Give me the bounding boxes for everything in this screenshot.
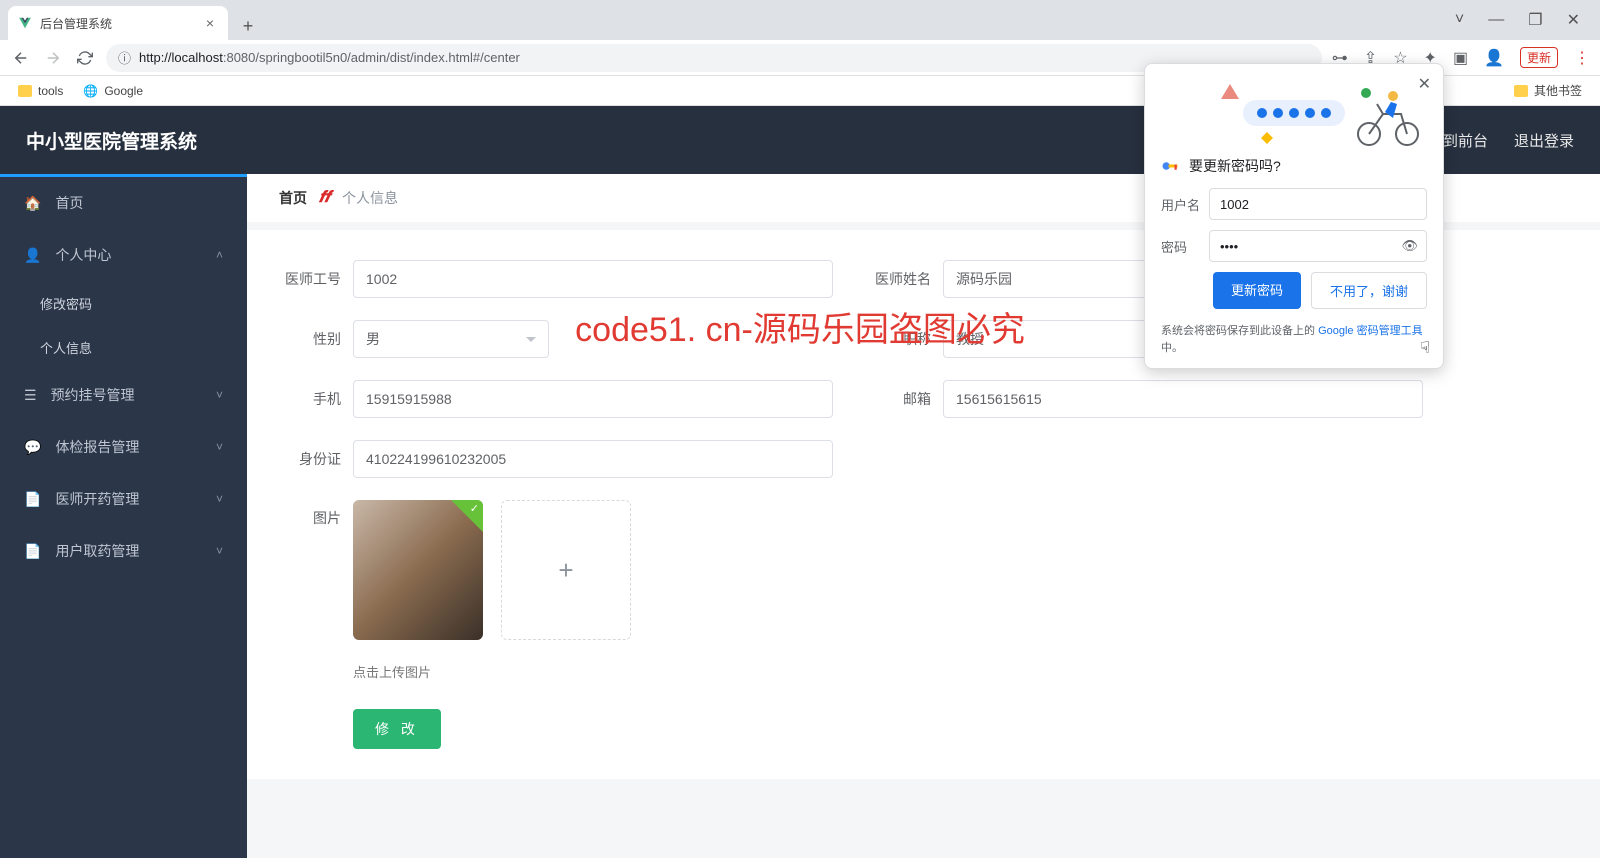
- plus-icon: +: [558, 555, 573, 586]
- crumb-current: 个人信息: [342, 188, 398, 208]
- back-button[interactable]: [10, 47, 32, 69]
- bookmark-tools[interactable]: tools: [18, 84, 63, 98]
- submit-button[interactable]: 修 改: [353, 709, 441, 749]
- sidebar-item-appointment[interactable]: ☰预约挂号管理˅: [0, 369, 247, 421]
- window-minimize-icon[interactable]: —: [1488, 11, 1504, 29]
- popup-title: 要更新密码吗?: [1161, 156, 1427, 176]
- browser-tab-strip: 后台管理系统 × + ˅ — ❐ ✕: [0, 0, 1600, 40]
- globe-icon: 🌐: [83, 84, 98, 98]
- sidebar-item-personal[interactable]: 👤个人中心˄: [0, 229, 247, 281]
- popup-username-row: 用户名 1002: [1161, 188, 1427, 220]
- sidepanel-icon[interactable]: ▣: [1453, 48, 1468, 68]
- sidebar: 🏠首页 👤个人中心˄ 修改密码 个人信息 ☰预约挂号管理˅ 💬体检报告管理˅ 📄…: [0, 174, 247, 858]
- tab-close-icon[interactable]: ×: [202, 15, 218, 31]
- popup-pass-field[interactable]: ••••👁: [1209, 230, 1427, 262]
- label-gender: 性别: [267, 329, 353, 349]
- diamond-icon: [1261, 132, 1273, 144]
- to-front-link[interactable]: 到前台: [1443, 130, 1488, 151]
- label-email: 邮箱: [857, 389, 943, 409]
- input-email[interactable]: 15615615615: [943, 380, 1423, 418]
- photo-thumbnail[interactable]: [353, 500, 483, 640]
- label-phone: 手机: [267, 389, 353, 409]
- profile-icon[interactable]: 👤: [1484, 48, 1504, 68]
- label-title: 职称: [857, 329, 943, 349]
- new-tab-button[interactable]: +: [234, 12, 262, 40]
- popup-pass-label: 密码: [1161, 237, 1209, 256]
- popup-footer: 系统会将密码保存到此设备上的 Google 密码管理工具中。: [1161, 323, 1427, 356]
- vue-icon: [18, 16, 32, 30]
- chevron-up-icon: ˄: [216, 248, 223, 262]
- eye-icon[interactable]: 👁: [1401, 238, 1418, 254]
- folder-icon: [1514, 85, 1528, 97]
- popup-hero: [1161, 78, 1427, 148]
- window-close-icon[interactable]: ✕: [1567, 10, 1580, 30]
- sidebar-item-pickup[interactable]: 📄用户取药管理˅: [0, 525, 247, 577]
- upload-button[interactable]: +: [501, 500, 631, 640]
- label-idcard: 身份证: [267, 449, 353, 469]
- popup-user-field[interactable]: 1002: [1209, 188, 1427, 220]
- label-photo: 图片: [267, 500, 353, 528]
- no-thanks-button[interactable]: 不用了，谢谢: [1311, 272, 1427, 309]
- cyclist-icon: [1353, 88, 1423, 146]
- list-icon: ☰: [24, 387, 37, 404]
- url-input[interactable]: ⓘ http://localhost:8080/springbootil5n0/…: [106, 44, 1322, 72]
- sidebar-sub-profile[interactable]: 个人信息: [0, 325, 247, 369]
- logout-link[interactable]: 退出登录: [1514, 130, 1574, 151]
- browser-tab[interactable]: 后台管理系统 ×: [8, 6, 228, 40]
- bookmark-other[interactable]: 其他书签: [1514, 82, 1582, 99]
- input-id[interactable]: 1002: [353, 260, 833, 298]
- update-chip[interactable]: 更新: [1520, 47, 1558, 68]
- app-title: 中小型医院管理系统: [26, 127, 197, 154]
- bookmark-google[interactable]: 🌐Google: [83, 84, 143, 98]
- password-save-popup: ✕ 要更新密码吗? 用户名 1002 密码 ••••👁 更新密码 不用了，谢谢 …: [1144, 63, 1444, 369]
- select-gender[interactable]: 男: [353, 320, 549, 358]
- user-icon: 👤: [24, 247, 41, 264]
- chevron-down-icon: ˅: [216, 544, 223, 558]
- forward-button[interactable]: [42, 47, 64, 69]
- sidebar-item-report[interactable]: 💬体检报告管理˅: [0, 421, 247, 473]
- window-dropdown-icon[interactable]: ˅: [1455, 11, 1464, 29]
- doc-icon: 📄: [24, 491, 41, 508]
- sidebar-item-prescription[interactable]: 📄医师开药管理˅: [0, 473, 247, 525]
- cursor-icon: ☟: [1420, 338, 1430, 358]
- menu-icon[interactable]: ⋮: [1574, 48, 1590, 68]
- label-name: 医师姓名: [857, 269, 943, 289]
- popup-user-label: 用户名: [1161, 195, 1209, 214]
- popup-password-row: 密码 ••••👁: [1161, 230, 1427, 262]
- window-maximize-icon[interactable]: ❐: [1528, 10, 1542, 30]
- sidebar-sub-password[interactable]: 修改密码: [0, 281, 247, 325]
- crumb-home[interactable]: 首页: [279, 188, 307, 208]
- site-info-icon[interactable]: ⓘ: [118, 48, 131, 67]
- url-text: http://localhost:8080/springbootil5n0/ad…: [139, 50, 520, 65]
- key-icon: [1161, 157, 1179, 175]
- folder-icon: [18, 85, 32, 97]
- input-phone[interactable]: 15915915988: [353, 380, 833, 418]
- home-icon: 🏠: [24, 195, 41, 212]
- update-password-button[interactable]: 更新密码: [1213, 272, 1301, 309]
- upload-hint: 点击上传图片: [353, 662, 1580, 681]
- label-id: 医师工号: [267, 269, 353, 289]
- chevron-down-icon: ˅: [216, 440, 223, 454]
- sidebar-item-home[interactable]: 🏠首页: [0, 177, 247, 229]
- tab-title: 后台管理系统: [40, 15, 194, 32]
- input-idcard[interactable]: 410224199610232005: [353, 440, 833, 478]
- triangle-icon: [1221, 84, 1239, 102]
- doc-icon: 📄: [24, 543, 41, 560]
- window-controls: ˅ — ❐ ✕: [1435, 0, 1600, 40]
- password-manager-link[interactable]: Google 密码管理工具: [1318, 325, 1423, 337]
- chat-icon: 💬: [24, 439, 41, 456]
- crumb-logo-icon: 𝒇𝒇: [319, 189, 330, 207]
- chevron-down-icon: ˅: [216, 388, 223, 402]
- chevron-down-icon: ˅: [216, 492, 223, 506]
- reload-button[interactable]: [74, 47, 96, 69]
